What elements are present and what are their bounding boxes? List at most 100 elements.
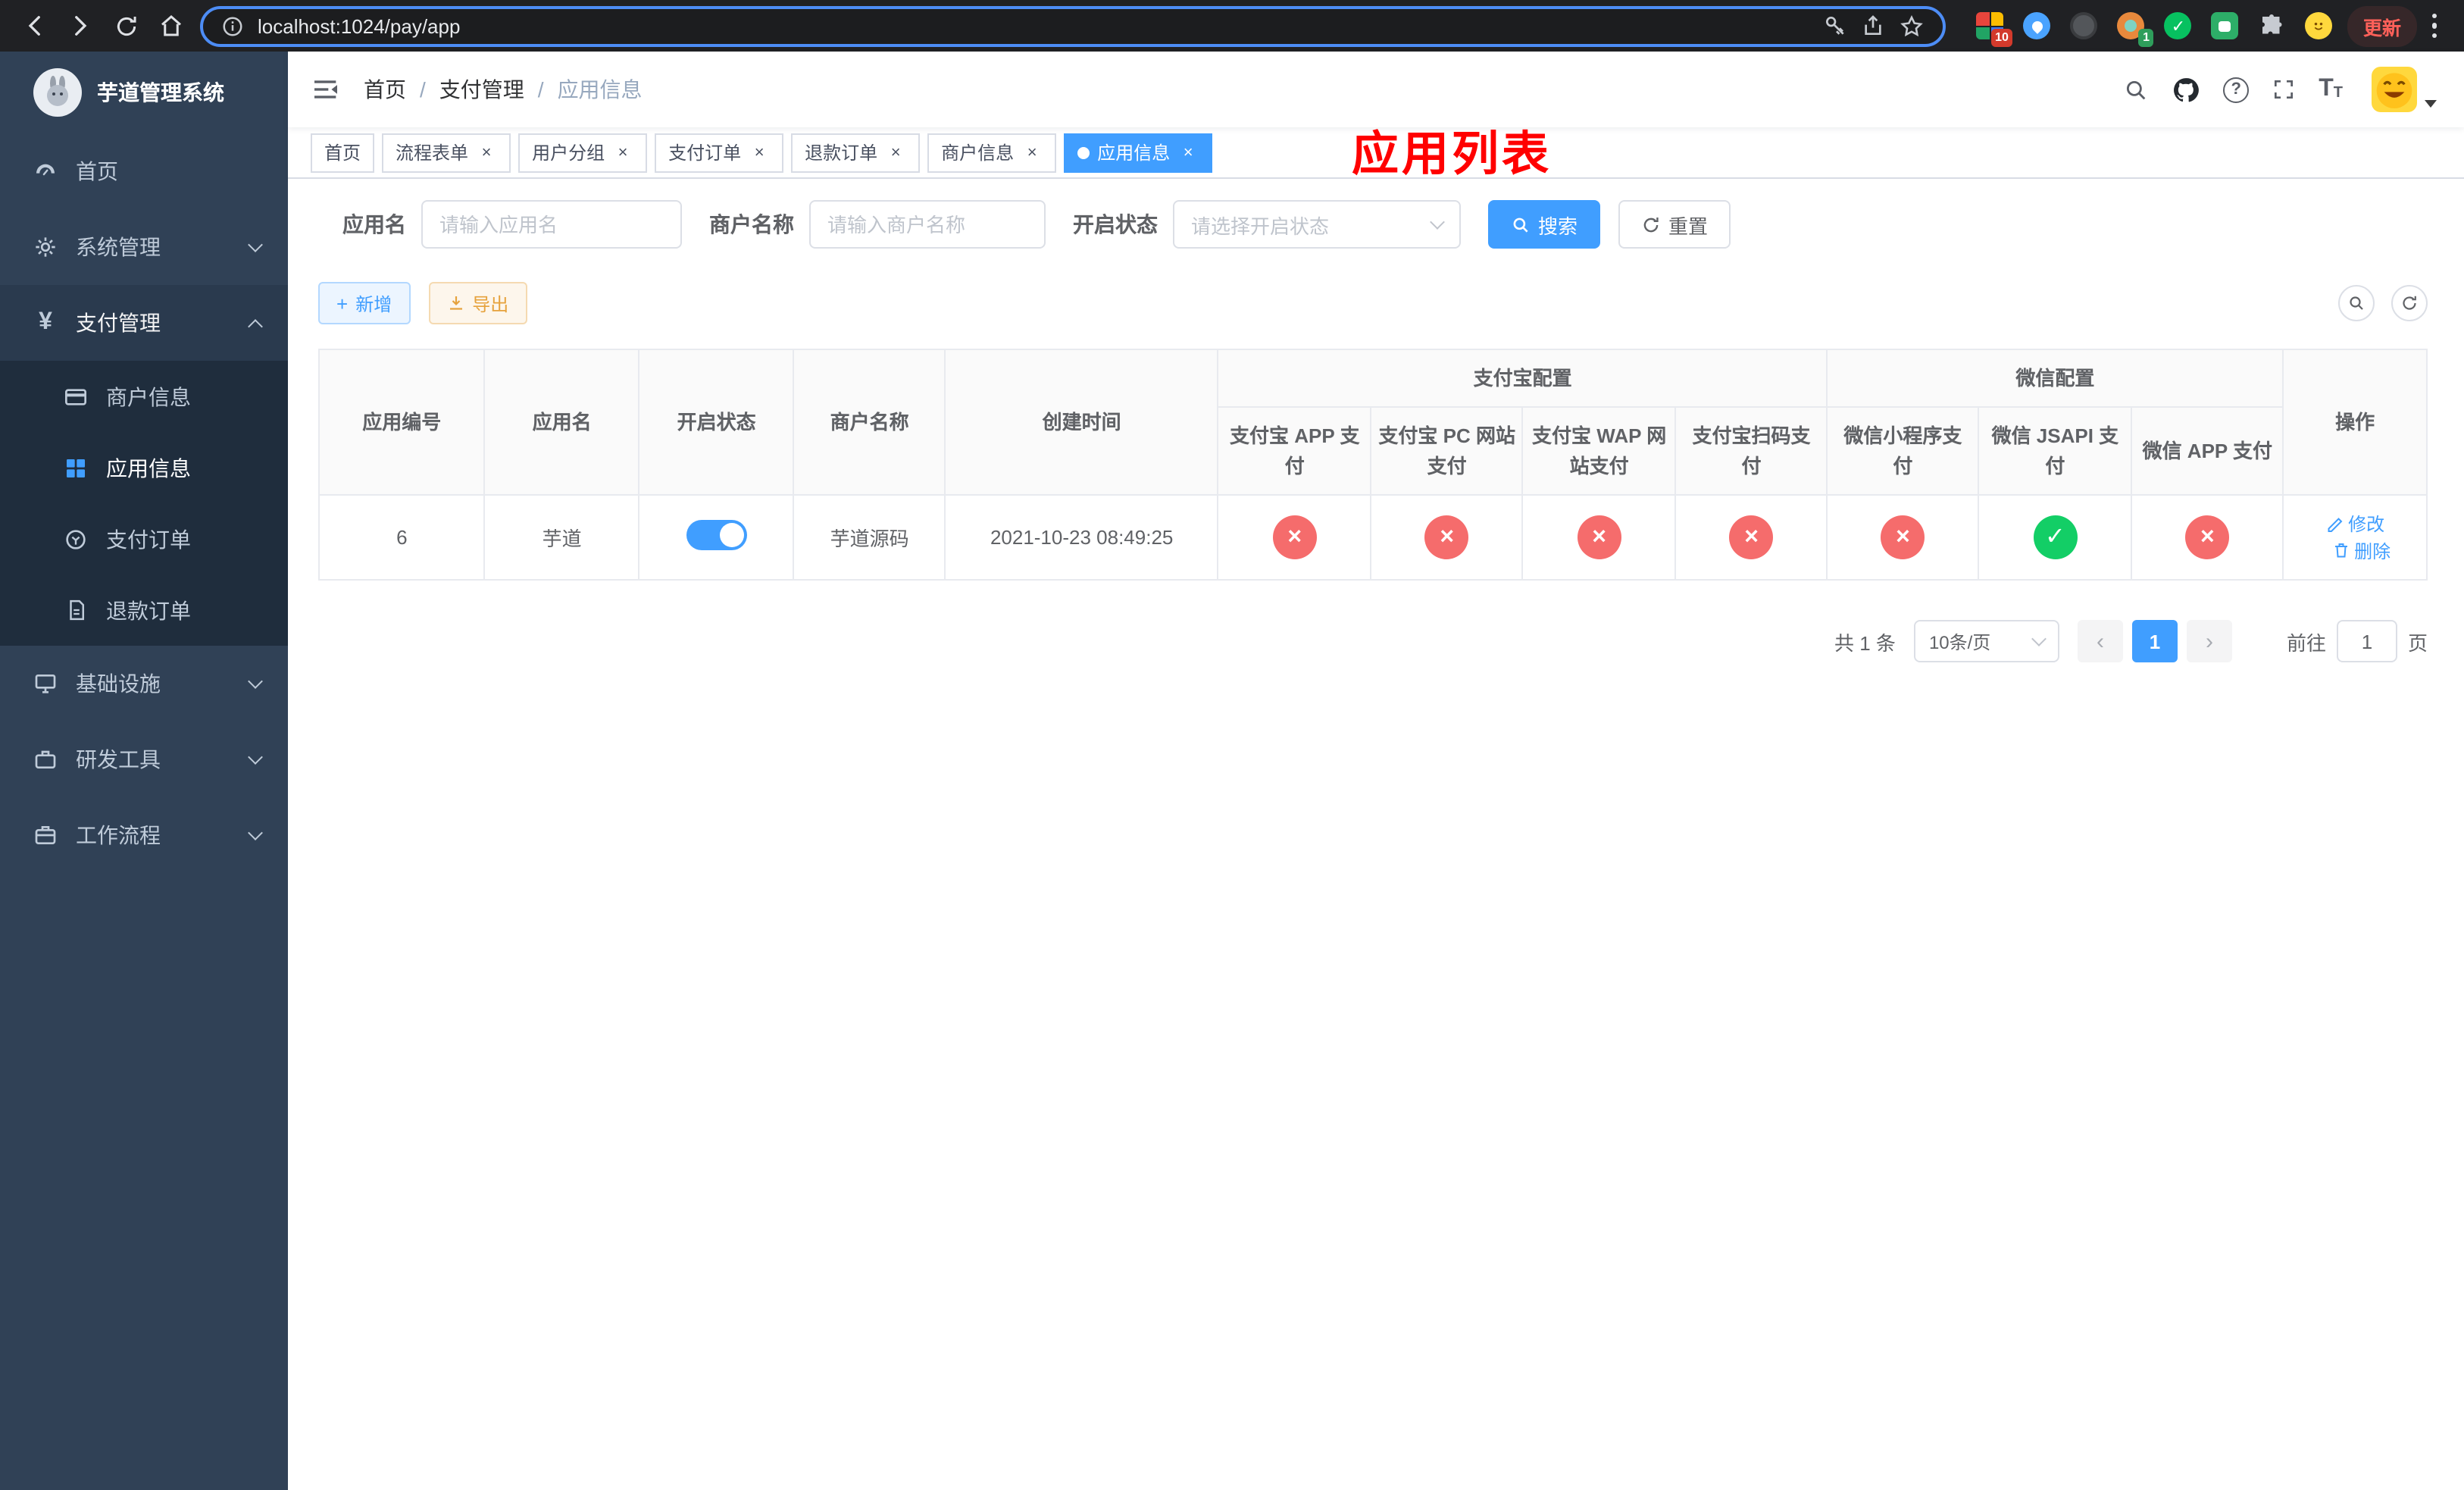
next-page-button[interactable]: › xyxy=(2186,620,2232,662)
app-name-input[interactable] xyxy=(421,200,682,249)
col-group-wechat: 微信配置 xyxy=(1826,349,2284,408)
col-status: 开启状态 xyxy=(638,349,795,496)
app-logo[interactable]: 芋道管理系统 xyxy=(0,52,288,133)
extension-drop-icon[interactable] xyxy=(2023,12,2051,39)
tab-close-icon[interactable]: × xyxy=(1021,142,1043,163)
sidebar-item-infra[interactable]: 基础设施 xyxy=(0,646,288,722)
add-button[interactable]: + 新增 xyxy=(318,282,411,324)
pager: ‹ 1 › xyxy=(2077,620,2232,662)
extension-avatar-badge: 1 xyxy=(2138,29,2154,47)
password-key-icon[interactable] xyxy=(1824,14,1848,38)
enabled-toggle[interactable] xyxy=(686,520,747,550)
prev-page-button[interactable]: ‹ xyxy=(2077,620,2123,662)
extension-emoji-icon[interactable] xyxy=(2305,12,2333,39)
font-size-icon[interactable]: TT xyxy=(2319,77,2343,102)
chevron-down-icon xyxy=(248,237,263,252)
extension-puzzle-icon[interactable] xyxy=(2259,12,2286,39)
tab-user-group[interactable]: 用户分组 × xyxy=(518,133,648,172)
refresh-table-button[interactable] xyxy=(2391,285,2428,321)
cell-status xyxy=(638,494,795,581)
cell-app-name: 芋道 xyxy=(483,494,640,581)
sidebar-subitem-app-info[interactable]: 应用信息 xyxy=(0,432,288,503)
status-alipay-app-icon: × xyxy=(1272,515,1317,559)
sidebar-item-devtools[interactable]: 研发工具 xyxy=(0,722,288,797)
browser-back-button[interactable] xyxy=(12,3,58,49)
sidebar-toggle-button[interactable] xyxy=(288,52,364,127)
user-menu[interactable] xyxy=(2372,67,2437,112)
browser-refresh-button[interactable] xyxy=(103,3,149,49)
user-avatar[interactable] xyxy=(2372,67,2417,112)
tab-close-icon[interactable]: × xyxy=(612,142,633,163)
extension-grid-icon[interactable]: 10 xyxy=(1976,12,2013,47)
tab-close-icon[interactable]: × xyxy=(1177,142,1199,163)
sidebar-subitem-pay-order[interactable]: 支付订单 xyxy=(0,503,288,574)
extension-chat-icon[interactable] xyxy=(2211,12,2239,39)
sidebar-item-payment[interactable]: ¥ 支付管理 xyxy=(0,285,288,361)
extension-check-icon[interactable]: ✓ xyxy=(2164,12,2192,39)
search-button[interactable]: 搜索 xyxy=(1488,200,1601,249)
col-wx-app: 微信 APP 支付 xyxy=(2131,406,2284,496)
bookmark-star-icon[interactable] xyxy=(1900,13,1925,39)
sidebar-subitem-refund-order[interactable]: 退款订单 xyxy=(0,574,288,646)
fullscreen-icon[interactable] xyxy=(2272,77,2296,102)
extension-avatar-icon[interactable]: 1 xyxy=(2117,12,2154,47)
browser-menu-button[interactable] xyxy=(2416,13,2452,39)
toggle-search-button[interactable] xyxy=(2338,285,2375,321)
sidebar-subitem-merchant-info[interactable]: 商户信息 xyxy=(0,361,288,432)
chevron-down-icon xyxy=(2031,631,2047,646)
breadcrumb-section[interactable]: 支付管理 xyxy=(439,74,524,105)
col-group-alipay: 支付宝配置 xyxy=(1217,349,1828,408)
extensions-area: 10 1 ✓ xyxy=(1976,12,2333,47)
tab-process-form[interactable]: 流程表单 × xyxy=(382,133,511,172)
dashboard-icon xyxy=(30,159,61,183)
page-size-select[interactable]: 10条/页 xyxy=(1913,620,2059,662)
col-wx-jsapi: 微信 JSAPI 支付 xyxy=(1978,406,2133,496)
logo-avatar-icon xyxy=(33,68,82,117)
help-icon[interactable]: ? xyxy=(2223,77,2250,102)
breadcrumb-current: 应用信息 xyxy=(557,77,643,102)
status-alipay-wap-icon: × xyxy=(1577,515,1621,559)
page-1-button[interactable]: 1 xyxy=(2131,620,2178,662)
github-icon[interactable] xyxy=(2172,75,2200,104)
content-area: 应用名 商户名称 开启状态 请选择开启状态 搜索 xyxy=(288,179,2464,1490)
search-icon[interactable] xyxy=(2123,77,2149,102)
tab-merchant-info[interactable]: 商户信息 × xyxy=(927,133,1057,172)
merchant-name-input[interactable] xyxy=(809,200,1046,249)
page: localhost:1024/pay/app 10 1 ✓ 更新 芋道管理系统 … xyxy=(0,0,2464,1490)
extension-dark-circle-icon[interactable] xyxy=(2070,12,2098,39)
browser-update-button[interactable]: 更新 xyxy=(2347,5,2416,46)
tab-home[interactable]: 首页 xyxy=(311,133,375,172)
tab-close-icon[interactable]: × xyxy=(749,142,770,163)
col-created: 创建时间 xyxy=(944,349,1219,496)
browser-forward-button[interactable] xyxy=(58,3,103,49)
status-alipay-qr-icon: × xyxy=(1729,515,1774,559)
tab-close-icon[interactable]: × xyxy=(885,142,906,163)
site-info-icon[interactable] xyxy=(221,14,244,37)
col-alipay-pc: 支付宝 PC 网站支付 xyxy=(1370,406,1524,496)
monitor-icon xyxy=(30,671,61,696)
main-area: 应用列表 首页 / 支付管理 / 应用信息 ? T T 首页 流程表单 × 用户… xyxy=(288,52,2464,1490)
chevron-up-icon xyxy=(248,318,263,333)
app-title: 芋道管理系统 xyxy=(97,80,224,105)
breadcrumb-home[interactable]: 首页 xyxy=(364,74,406,105)
pagination: 共 1 条 10条/页 ‹ 1 › 前往 页 xyxy=(318,620,2428,662)
browser-home-button[interactable] xyxy=(149,3,194,49)
address-bar[interactable]: localhost:1024/pay/app xyxy=(200,5,1946,46)
sidebar-item-workflow[interactable]: 工作流程 xyxy=(0,797,288,873)
sidebar-item-system[interactable]: 系统管理 xyxy=(0,209,288,285)
goto-page-input[interactable] xyxy=(2336,620,2397,662)
status-select[interactable]: 请选择开启状态 xyxy=(1173,200,1461,249)
edit-link[interactable]: 修改 xyxy=(2325,511,2384,537)
navbar-tools: ? TT xyxy=(2123,67,2464,112)
tab-pay-order[interactable]: 支付订单 × xyxy=(655,133,784,172)
tab-refund-order[interactable]: 退款订单 × xyxy=(791,133,921,172)
sidebar-item-home[interactable]: 首页 xyxy=(0,133,288,209)
tab-close-icon[interactable]: × xyxy=(476,142,497,163)
delete-link[interactable]: 删除 xyxy=(2331,537,2391,563)
tab-app-info[interactable]: 应用信息 × xyxy=(1064,133,1213,172)
status-alipay-pc-icon: × xyxy=(1424,515,1469,559)
share-icon[interactable] xyxy=(1862,14,1886,38)
page-title-overlay: 应用列表 xyxy=(1352,127,1552,180)
export-button[interactable]: 导出 xyxy=(428,282,527,324)
reset-button[interactable]: 重置 xyxy=(1618,200,1731,249)
